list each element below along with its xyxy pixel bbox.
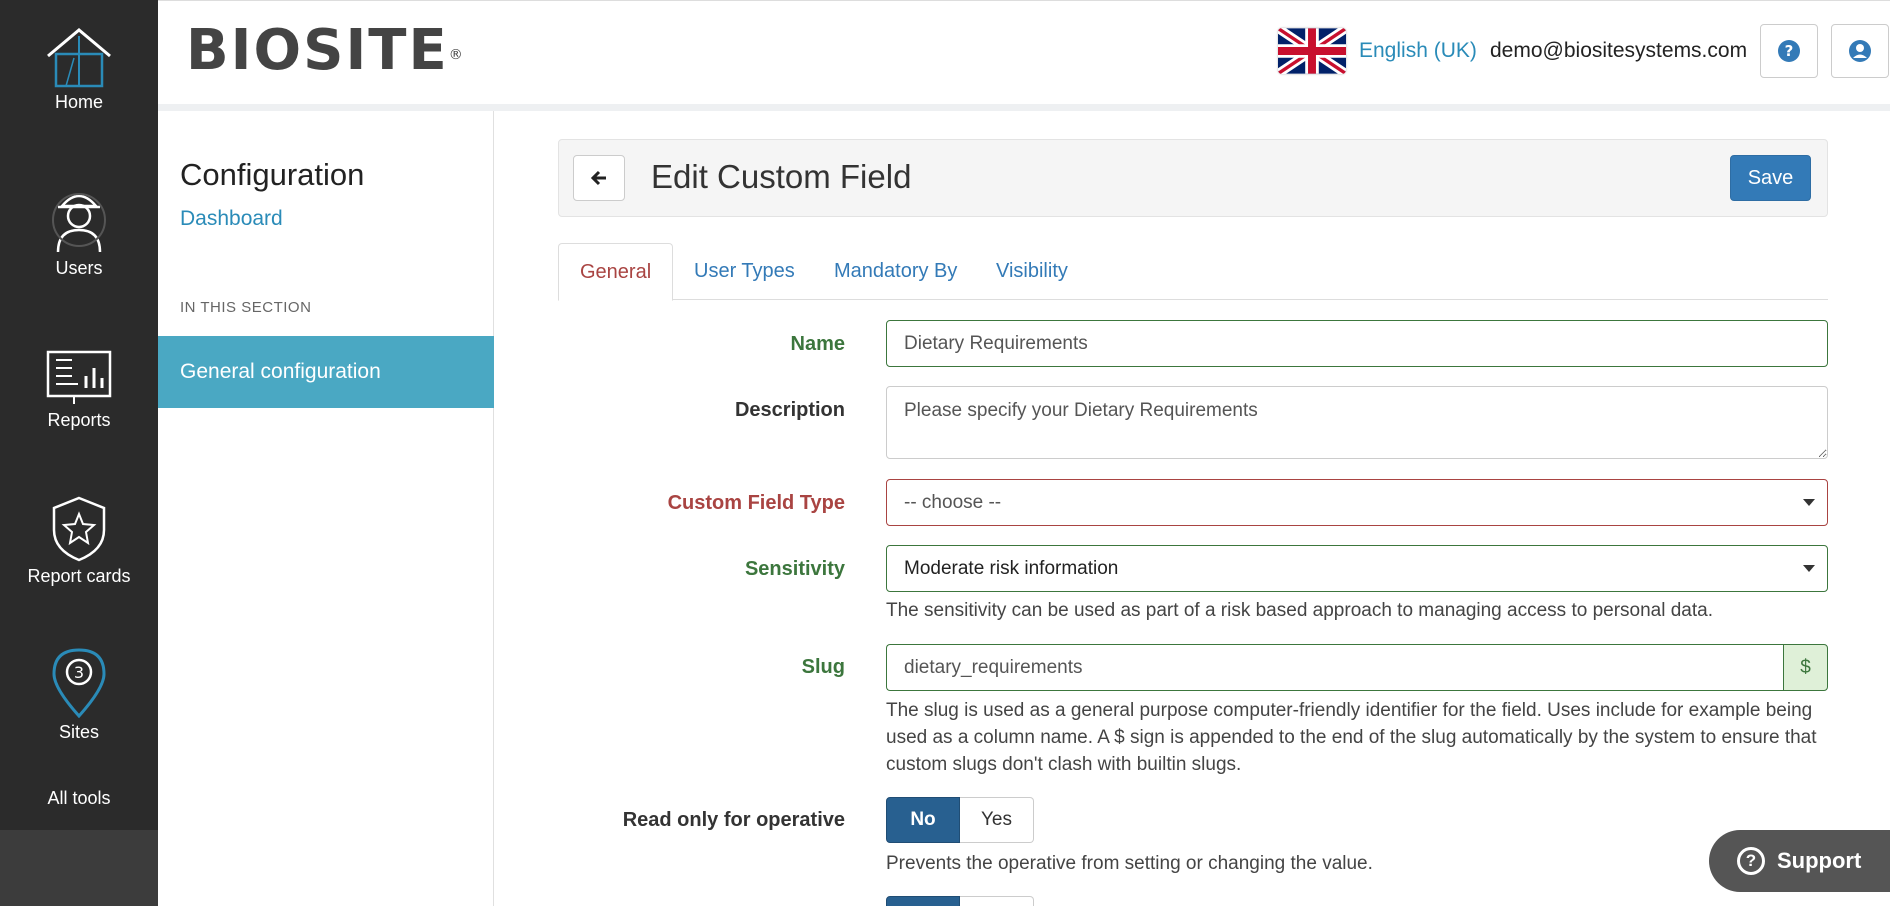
map-pin-icon: 3 (52, 648, 106, 718)
read-only-no-option[interactable]: No (886, 797, 960, 843)
logo-text: BIOSITE (186, 18, 449, 83)
name-input[interactable] (886, 320, 1828, 367)
support-widget-button[interactable]: ? Support (1709, 830, 1890, 892)
panel-header: Edit Custom Field Save (558, 139, 1828, 217)
language-selector[interactable]: English (UK) (1359, 39, 1477, 63)
tab-user-types[interactable]: User Types (694, 243, 795, 300)
tab-mandatory-by[interactable]: Mandatory By (834, 243, 957, 300)
caret-down-icon (1803, 565, 1815, 572)
read-only-toggle: No Yes (886, 797, 1034, 843)
help-button[interactable]: ? (1760, 24, 1818, 78)
sensitivity-value: Moderate risk information (904, 558, 1119, 579)
config-sidebar: Configuration Dashboard IN THIS SECTION … (158, 111, 494, 906)
slug-help-text: The slug is used as a general purpose co… (886, 700, 1817, 775)
biosite-logo[interactable]: BIOSITE® (186, 23, 465, 79)
name-label: Name (790, 333, 845, 355)
support-label: Support (1777, 848, 1862, 873)
logo-registered-mark: ® (448, 47, 465, 63)
tab-visibility[interactable]: Visibility (996, 243, 1068, 300)
caret-down-icon (1803, 499, 1815, 506)
next-toggle-on-option[interactable] (886, 896, 960, 906)
nav-home[interactable]: Home (0, 26, 158, 113)
read-only-help-text: Prevents the operative from setting or c… (886, 853, 1373, 874)
nav-sites-label: Sites (58, 722, 100, 742)
slug-suffix-addon: $ (1783, 644, 1828, 691)
nav-report-cards[interactable]: Report cards (0, 494, 158, 587)
nav-rail-footer (0, 830, 158, 906)
custom-field-type-select[interactable]: -- choose -- (886, 479, 1828, 526)
sensitivity-label: Sensitivity (744, 558, 845, 580)
tab-general[interactable]: General (558, 243, 674, 301)
uk-flag-icon[interactable] (1278, 28, 1346, 74)
svg-text:3: 3 (74, 663, 84, 682)
nav-users-label: Users (55, 258, 103, 278)
account-button[interactable] (1831, 24, 1889, 78)
nav-sites[interactable]: 3 Sites (0, 646, 158, 743)
next-toggle-off-option[interactable] (960, 896, 1034, 906)
user-email: demo@biositesystems.com (1490, 39, 1748, 62)
shield-star-icon (52, 496, 106, 562)
house-icon (47, 28, 111, 88)
user-circle-icon (1849, 40, 1871, 62)
header-divider (158, 104, 1890, 111)
reports-icon (46, 350, 112, 404)
back-button[interactable] (573, 155, 625, 201)
arrow-left-icon (590, 170, 606, 186)
main-nav-rail: Home Users Reports Report cards 3 Sites … (0, 0, 158, 906)
worker-icon (52, 193, 106, 253)
top-header: BIOSITE® English (UK) demo@biositesystem… (158, 0, 1890, 106)
nav-reports-label: Reports (47, 410, 111, 430)
sidebar-item-general-configuration[interactable]: General configuration (158, 336, 494, 408)
nav-home-label: Home (54, 92, 103, 112)
sidebar-section-heading: IN THIS SECTION (180, 299, 312, 316)
custom-field-type-value: -- choose -- (904, 492, 1002, 513)
read-only-yes-option[interactable]: Yes (960, 797, 1034, 843)
read-only-label: Read only for operative (622, 809, 845, 831)
nav-all-tools[interactable]: All tools (0, 788, 158, 809)
custom-field-type-label: Custom Field Type (667, 492, 845, 514)
question-icon: ? (1737, 847, 1765, 875)
description-label: Description (734, 399, 845, 421)
sensitivity-help-text: The sensitivity can be used as part of a… (886, 600, 1713, 621)
save-button[interactable]: Save (1730, 155, 1811, 201)
sensitivity-select[interactable]: Moderate risk information (886, 545, 1828, 592)
description-textarea[interactable]: Please specify your Dietary Requirements (886, 386, 1828, 459)
slug-label: Slug (801, 656, 845, 678)
slug-input[interactable] (886, 644, 1784, 691)
sidebar-title: Configuration (180, 157, 365, 192)
next-toggle-partial (886, 896, 1034, 906)
svg-text:?: ? (1785, 42, 1794, 60)
nav-reports[interactable]: Reports (0, 338, 158, 431)
page-title: Edit Custom Field (651, 158, 912, 195)
nav-users[interactable]: Users (0, 184, 158, 279)
tab-bar: General User Types Mandatory By Visibili… (558, 243, 1828, 301)
question-circle-icon: ? (1778, 40, 1800, 62)
dashboard-link[interactable]: Dashboard (180, 207, 283, 231)
nav-report-cards-label: Report cards (27, 566, 131, 586)
